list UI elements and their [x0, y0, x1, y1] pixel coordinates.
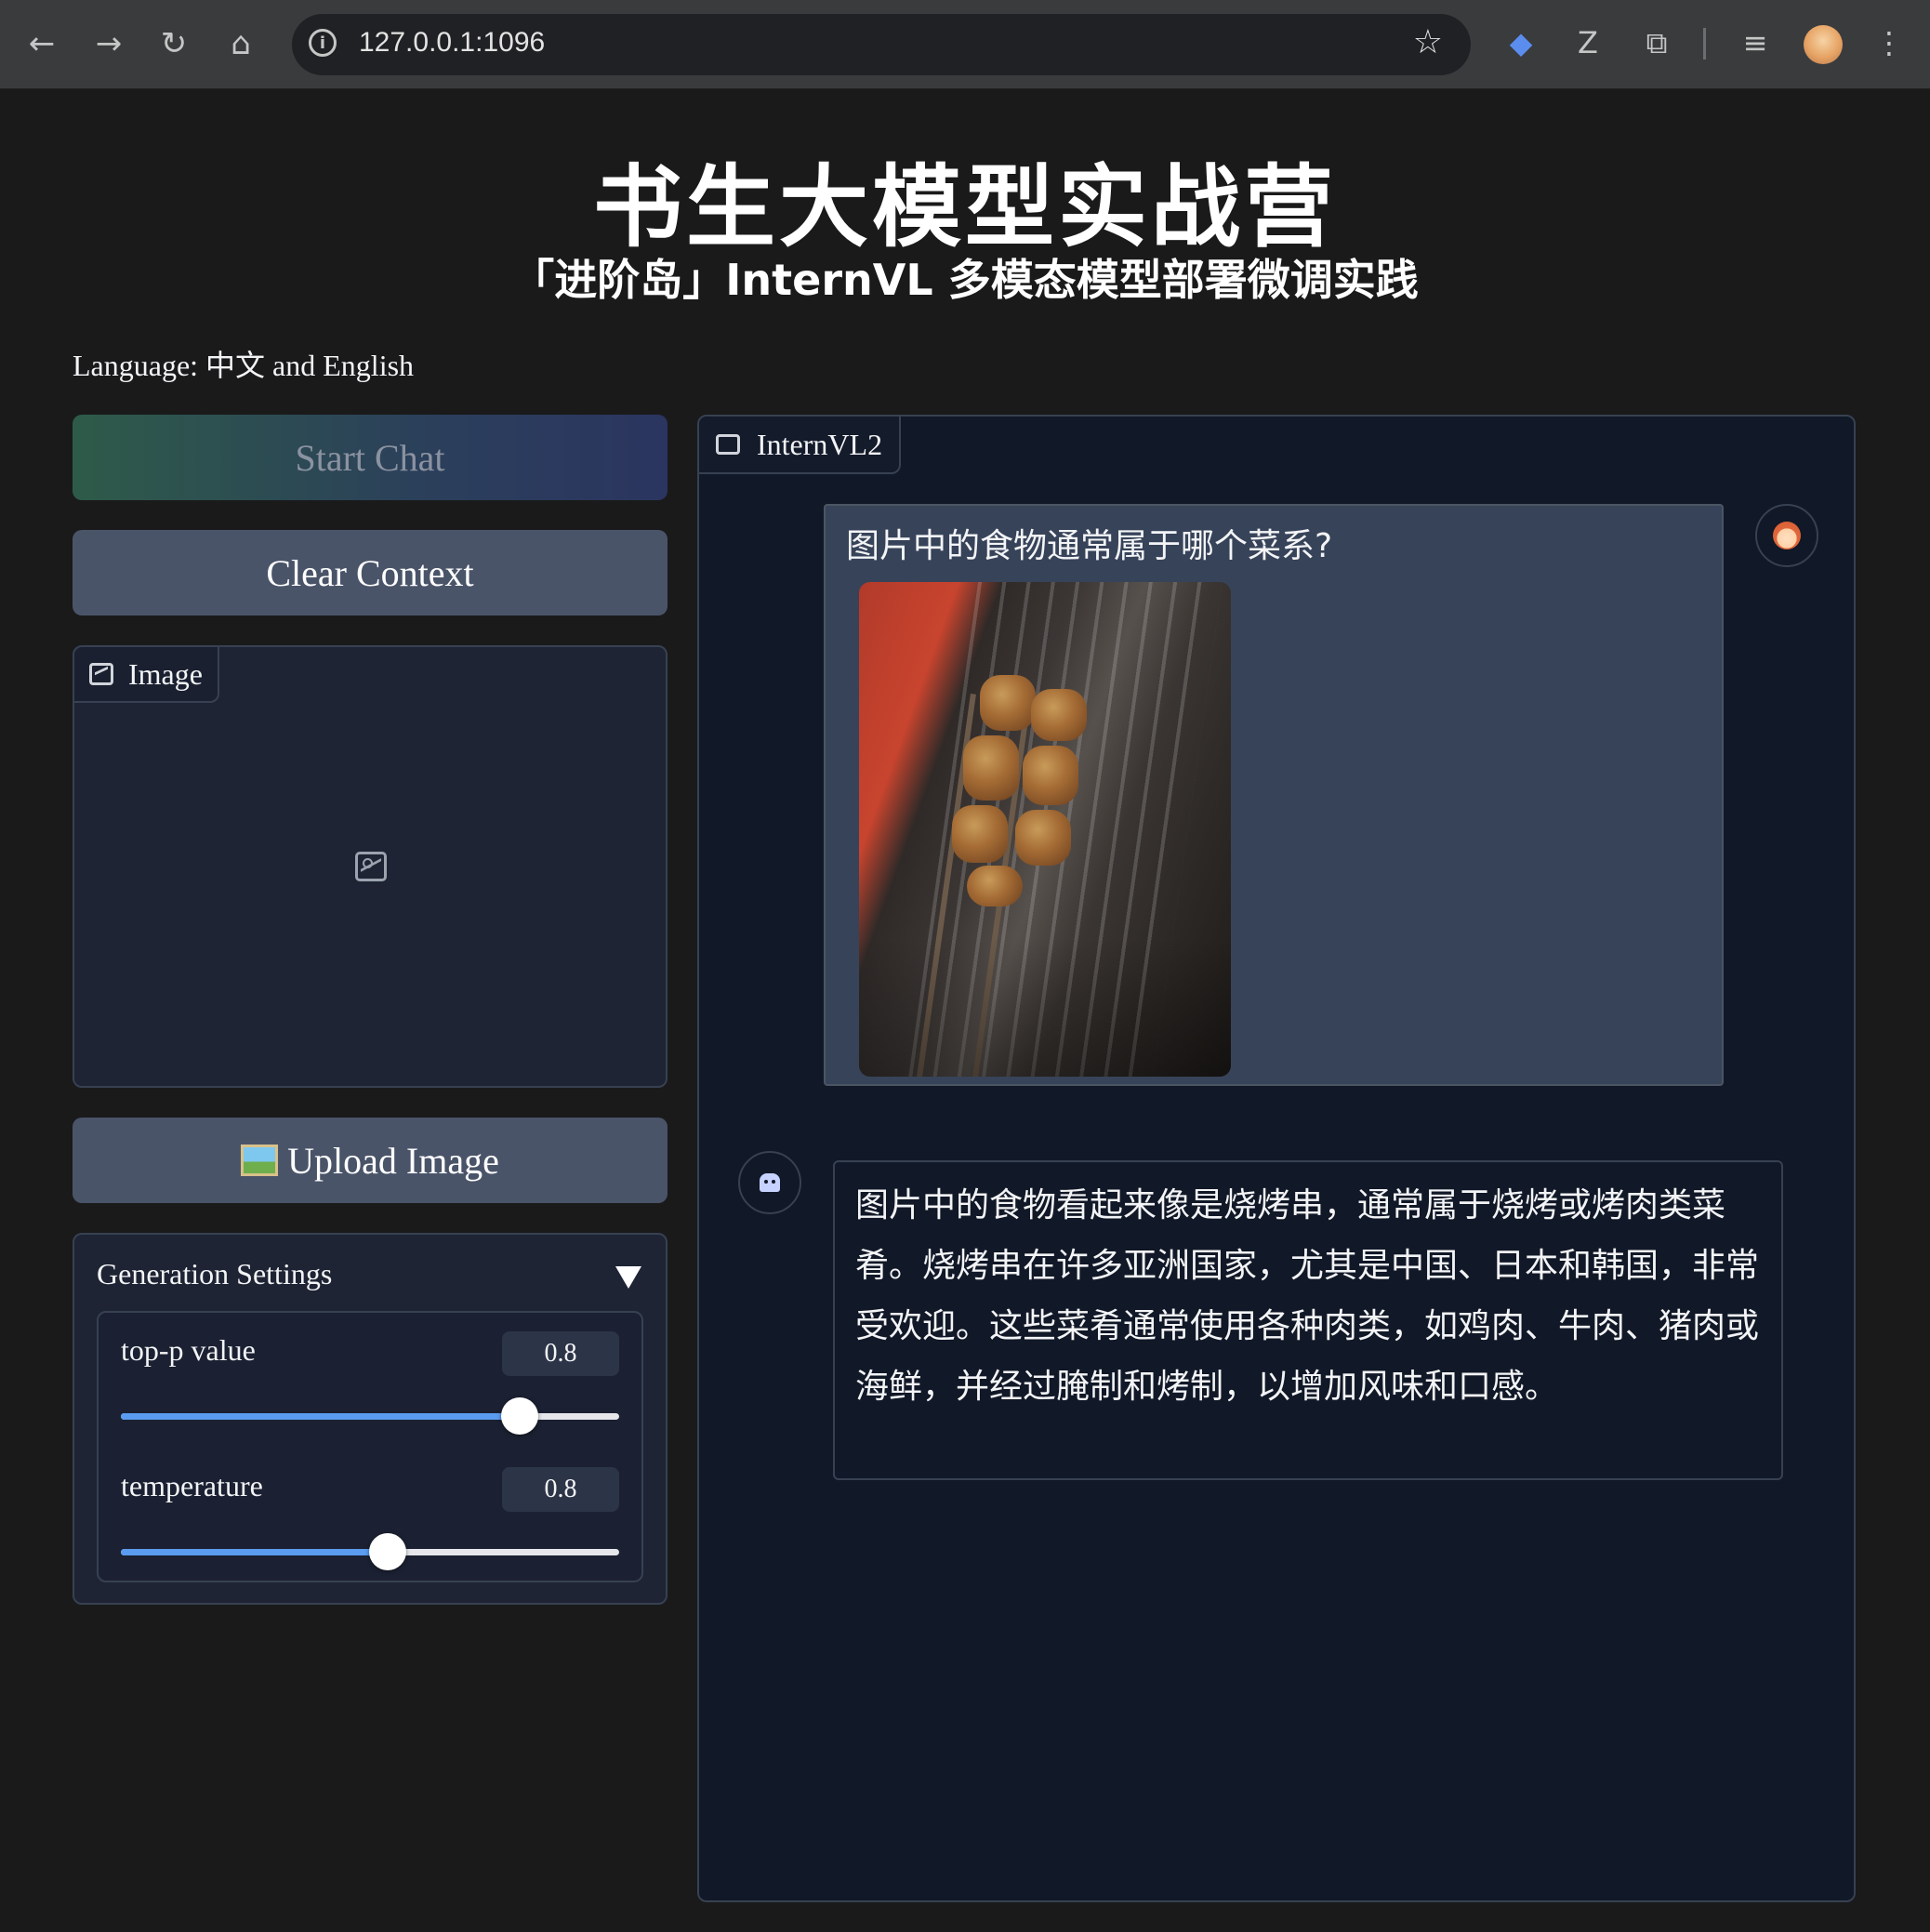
robot-icon	[760, 1173, 780, 1192]
photo-shadow	[859, 937, 1231, 1077]
meat-piece	[963, 735, 1019, 801]
reload-icon[interactable]: ↻	[151, 20, 197, 67]
meat-piece	[1031, 689, 1087, 741]
extension-z-icon[interactable]: Z	[1567, 22, 1608, 63]
browser-toolbar: ← → ↻ ⌂ i 127.0.0.1:1096 ☆ ◆ Z ⧉ ≡ ⋮	[0, 0, 1930, 89]
chatbot-label: InternVL2	[757, 427, 883, 461]
chat-bubble-icon	[716, 434, 740, 455]
meat-piece	[1023, 746, 1078, 805]
home-icon[interactable]: ⌂	[218, 20, 264, 67]
clear-context-label: Clear Context	[266, 551, 474, 594]
site-info-icon[interactable]: i	[309, 29, 337, 57]
meat-piece	[1015, 810, 1071, 866]
language-note: Language: 中文 and English	[73, 349, 415, 382]
temperature-label: temperature	[121, 1469, 263, 1502]
collapse-triangle-icon[interactable]	[615, 1266, 641, 1289]
user-message: 图片中的食物通常属于哪个菜系?	[824, 504, 1724, 1086]
upload-image-button[interactable]: Upload Image	[73, 1118, 668, 1203]
image-icon	[89, 663, 113, 685]
extensions-puzzle-icon[interactable]: ⧉	[1636, 22, 1677, 63]
address-bar[interactable]: i 127.0.0.1:1096 ☆	[292, 14, 1471, 75]
meat-piece	[980, 675, 1036, 731]
user-avatar	[1755, 504, 1818, 567]
user-face-icon	[1773, 522, 1801, 549]
menu-kebab-icon[interactable]: ⋮	[1869, 22, 1910, 63]
generation-settings-title[interactable]: Generation Settings	[97, 1257, 332, 1291]
chatbot-panel: InternVL2 图片中的食物通常属于哪个菜系? 图片中的食物看起来像是烧烤串…	[697, 415, 1856, 1902]
profile-avatar[interactable]	[1804, 25, 1843, 64]
temperature-slider-thumb[interactable]	[368, 1533, 406, 1570]
top-p-label: top-p value	[121, 1333, 256, 1367]
page-subtitle: 「进阶岛」InternVL 多模态模型部署微调实践	[511, 255, 1419, 305]
assistant-message: 图片中的食物看起来像是烧烤串，通常属于烧烤或烤肉类菜肴。烧烤串在许多亚洲国家，尤…	[833, 1160, 1783, 1480]
assistant-message-text: 图片中的食物看起来像是烧烤串，通常属于烧烤或烤肉类菜肴。烧烤串在许多亚洲国家，尤…	[855, 1186, 1760, 1406]
bookmark-star-icon[interactable]: ☆	[1413, 23, 1443, 61]
assistant-avatar	[738, 1151, 801, 1214]
start-chat-label: Start Chat	[295, 436, 445, 479]
top-p-value-input[interactable]: 0.8	[502, 1331, 619, 1376]
clear-context-button[interactable]: Clear Context	[73, 530, 668, 615]
top-p-slider-fill	[121, 1413, 520, 1420]
temperature-value-input[interactable]: 0.8	[502, 1467, 619, 1512]
settings-sliders-group: top-p value 0.8 temperature 0.8	[97, 1311, 643, 1582]
media-control-icon[interactable]: ≡	[1735, 22, 1776, 63]
skewer-food-photo	[859, 582, 1231, 1077]
image-panel-header: Image	[74, 647, 219, 703]
meat-piece	[967, 866, 1023, 906]
image-upload-panel[interactable]: Image	[73, 645, 668, 1088]
top-p-slider[interactable]	[121, 1397, 619, 1435]
extension-blue-icon[interactable]: ◆	[1500, 22, 1541, 63]
framed-picture-icon	[241, 1145, 279, 1176]
page-title: 书生大模型实战营	[593, 155, 1337, 259]
image-panel-label: Image	[128, 656, 203, 691]
start-chat-button[interactable]: Start Chat	[73, 415, 668, 500]
temperature-slider[interactable]	[121, 1533, 619, 1570]
user-message-text: 图片中的食物通常属于哪个菜系?	[846, 527, 1333, 565]
chatbot-header: InternVL2	[699, 417, 902, 474]
meat-piece	[952, 805, 1008, 863]
forward-icon[interactable]: →	[86, 20, 132, 67]
upload-image-label: Upload Image	[287, 1139, 499, 1182]
generation-settings-accordion: Generation Settings top-p value 0.8 temp…	[73, 1233, 668, 1605]
toolbar-divider	[1703, 28, 1706, 60]
url-text[interactable]: 127.0.0.1:1096	[359, 27, 545, 59]
image-placeholder-icon	[355, 852, 387, 881]
temperature-slider-fill	[121, 1549, 388, 1555]
top-p-slider-thumb[interactable]	[500, 1397, 538, 1435]
back-icon[interactable]: ←	[19, 20, 65, 67]
